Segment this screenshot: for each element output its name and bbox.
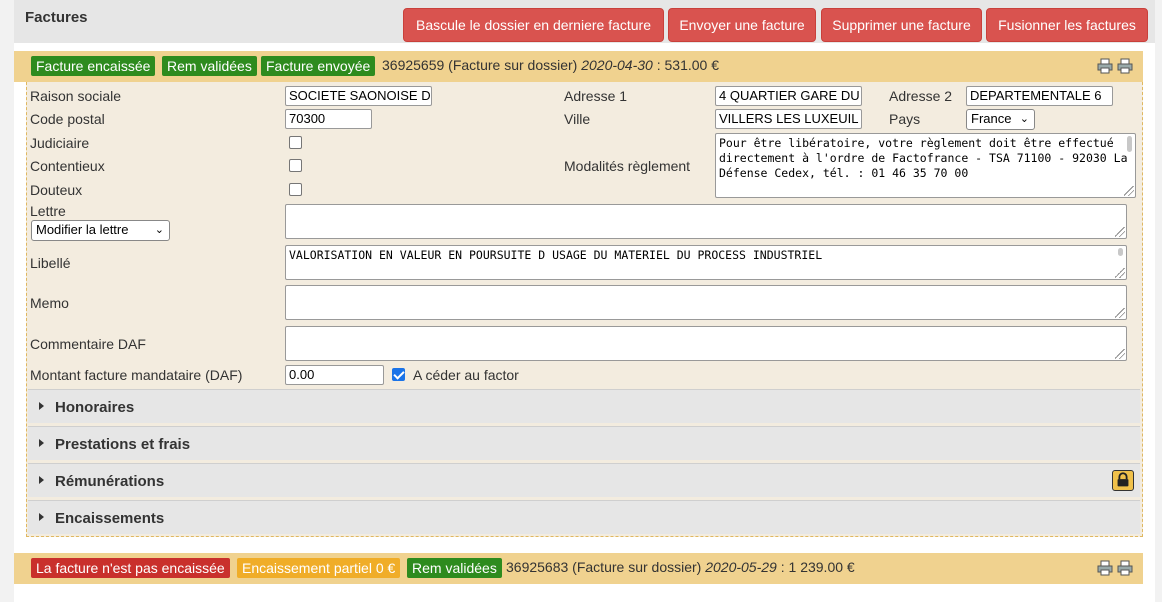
print-duplicate-icon[interactable] (1117, 58, 1133, 74)
resize-handle-icon[interactable] (1115, 268, 1125, 278)
invoice-number: 36925659 (Facture sur dossier) (382, 57, 578, 73)
delete-invoice-button[interactable]: Supprimer une facture (821, 8, 982, 42)
ville-label: Ville (564, 111, 591, 127)
section-encaissements[interactable]: Encaissements (28, 500, 1140, 534)
code-postal-label: Code postal (30, 111, 105, 127)
section-honoraires[interactable]: Honoraires (28, 389, 1140, 423)
modalites-text: Pour être libératoire, votre règlement d… (719, 136, 1135, 180)
adresse1-label: Adresse 1 (564, 88, 628, 104)
montant-daf-label: Montant facture mandataire (DAF) (30, 367, 243, 383)
resize-handle-icon[interactable] (1115, 227, 1125, 237)
invoice-date: 2020-05-29 (705, 559, 777, 575)
invoice-summary: 36925683 (Facture sur dossier) 2020-05-2… (506, 559, 855, 575)
libelle-textarea[interactable]: VALORISATION EN VALEUR EN POURSUITE D US… (285, 245, 1127, 280)
douteux-checkbox[interactable] (289, 183, 302, 196)
section-title: Rémunérations (55, 473, 165, 490)
resize-handle-icon[interactable] (1115, 308, 1125, 318)
section-remunerations[interactable]: Rémunérations (28, 463, 1140, 497)
memo-label: Memo (30, 295, 69, 311)
contentieux-checkbox[interactable] (289, 159, 302, 172)
section-prestations[interactable]: Prestations et frais (28, 426, 1140, 460)
scrollbar[interactable] (1127, 136, 1132, 152)
caret-right-icon (39, 402, 44, 410)
libelle-text: VALORISATION EN VALEUR EN POURSUITE D US… (289, 248, 823, 262)
move-to-last-invoice-button[interactable]: Bascule le dossier en derniere facture (403, 8, 664, 42)
status-badge-rem-validated: Rem validées (162, 56, 257, 76)
modalites-textarea[interactable]: Pour être libératoire, votre règlement d… (715, 133, 1136, 198)
adresse2-label: Adresse 2 (889, 88, 953, 104)
raison-sociale-label: Raison sociale (30, 88, 122, 104)
panel-title: Factures (25, 9, 88, 26)
status-badge-sent: Facture envoyée (261, 56, 376, 76)
status-badge-rem-validated: Rem validées (407, 558, 502, 578)
caret-right-icon (39, 439, 44, 447)
commentaire-daf-label: Commentaire DAF (30, 336, 146, 352)
modalites-label: Modalités règlement (564, 158, 691, 174)
adresse1-input[interactable]: 4 QUARTIER GARE DU TF (715, 86, 862, 106)
libelle-label: Libellé (30, 255, 71, 271)
memo-textarea[interactable] (285, 285, 1127, 320)
invoice-header[interactable]: Facture encaissée Rem validées Facture e… (14, 51, 1143, 82)
panel-header: Factures Bascule le dossier en derniere … (14, 0, 1155, 43)
ville-input[interactable]: VILLERS LES LUXEUIL (715, 109, 862, 129)
lettre-selected-value: Modifier la lettre (36, 222, 129, 237)
invoice-amount: : 531.00 € (656, 57, 720, 73)
section-title: Encaissements (55, 510, 165, 527)
pays-select[interactable]: France ⌄ (966, 109, 1035, 130)
commentaire-daf-textarea[interactable] (285, 326, 1127, 361)
judiciaire-checkbox[interactable] (289, 136, 302, 149)
douteux-label: Douteux (30, 182, 83, 198)
code-postal-input[interactable]: 70300 (285, 109, 372, 129)
ceder-factor-label: A céder au factor (413, 367, 519, 383)
scrollbar[interactable] (1118, 248, 1123, 256)
caret-right-icon (39, 476, 44, 484)
contentieux-label: Contentieux (30, 158, 105, 174)
lock-icon[interactable] (1112, 470, 1134, 491)
judiciaire-label: Judiciaire (30, 135, 90, 151)
raison-sociale-input[interactable]: SOCIETE SAONOISE DE T (285, 86, 432, 106)
section-title: Honoraires (55, 399, 135, 416)
lettre-label: Lettre (30, 203, 66, 219)
section-title: Prestations et frais (55, 436, 191, 453)
chevron-down-icon: ⌄ (1019, 113, 1029, 125)
lettre-select[interactable]: Modifier la lettre ⌄ (31, 220, 170, 241)
status-badge-paid: Facture encaissée (31, 56, 156, 76)
caret-right-icon (39, 513, 44, 521)
adresse2-input[interactable]: DEPARTEMENTALE 6 (966, 86, 1113, 106)
montant-daf-input[interactable]: 0.00 (285, 365, 384, 385)
pays-label: Pays (889, 111, 921, 127)
ceder-factor-checkbox[interactable] (392, 368, 405, 381)
invoice-header[interactable]: La facture n'est pas encaissée Encaissem… (14, 553, 1143, 584)
pays-selected-value: France (971, 111, 1012, 126)
resize-handle-icon[interactable] (1115, 349, 1125, 359)
invoice-amount: : 1 239.00 € (780, 559, 855, 575)
invoice-date: 2020-04-30 (581, 57, 653, 73)
chevron-down-icon: ⌄ (154, 224, 164, 236)
print-icon[interactable] (1097, 560, 1113, 576)
send-invoice-button[interactable]: Envoyer une facture (668, 8, 816, 42)
status-badge-partial-payment: Encaissement partiel 0 € (237, 558, 401, 578)
status-badge-not-paid: La facture n'est pas encaissée (31, 558, 230, 578)
merge-invoices-button[interactable]: Fusionner les factures (986, 8, 1148, 42)
print-icon[interactable] (1097, 58, 1113, 74)
lettre-textarea[interactable] (285, 204, 1127, 239)
resize-handle-icon[interactable] (1124, 186, 1134, 196)
print-duplicate-icon[interactable] (1117, 560, 1133, 576)
invoice-number: 36925683 (Facture sur dossier) (506, 559, 702, 575)
invoice-summary: 36925659 (Facture sur dossier) 2020-04-3… (382, 57, 719, 73)
